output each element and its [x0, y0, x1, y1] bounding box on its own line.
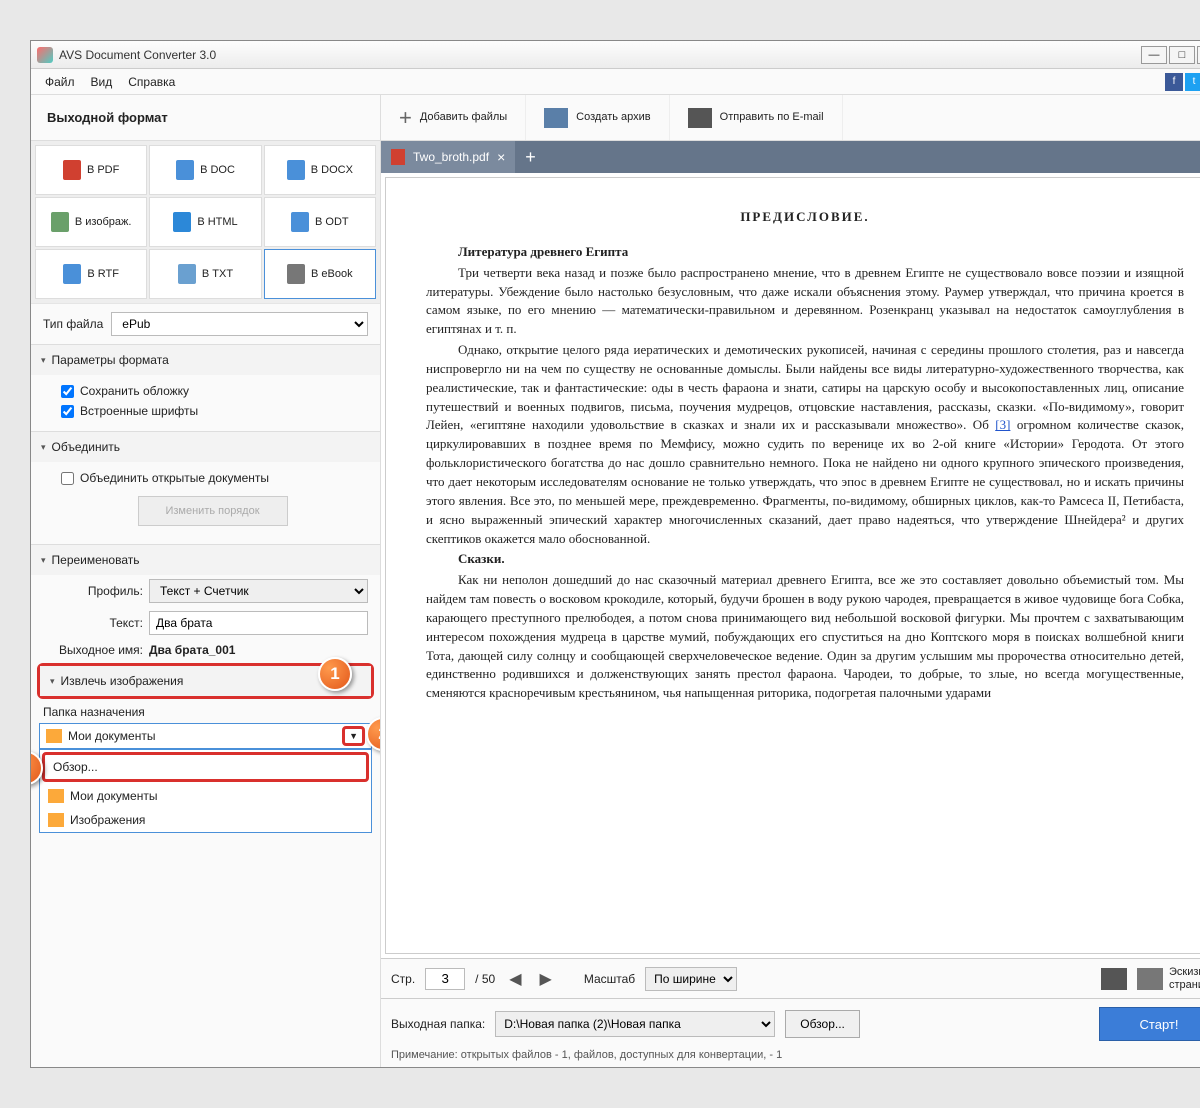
thumbnails-icon[interactable]: [1137, 968, 1163, 990]
folder-icon: [46, 729, 62, 743]
doc-paragraph: Однако, открытие целого ряда иератически…: [426, 341, 1184, 548]
minimize-button[interactable]: —: [1141, 46, 1167, 64]
outname-value: Два брата_001: [149, 643, 368, 657]
format-txt[interactable]: В TXT: [149, 249, 261, 299]
text-input[interactable]: [149, 611, 368, 635]
dropdown-opt-browse[interactable]: Обзор...: [42, 752, 369, 782]
start-button[interactable]: Старт!: [1099, 1007, 1200, 1041]
outfolder-label: Выходная папка:: [391, 1017, 485, 1031]
menu-file[interactable]: Файл: [37, 71, 83, 93]
tab-bar: Two_broth.pdf × + ▼: [381, 141, 1200, 173]
dest-folder-value: Мои документы: [68, 729, 155, 743]
text-label: Текст:: [43, 616, 143, 630]
profile-select[interactable]: Текст + Счетчик: [149, 579, 368, 603]
rtf-icon: [63, 264, 81, 284]
format-docx[interactable]: В DOCX: [264, 145, 376, 195]
doc-title: ПРЕДИСЛОВИЕ.: [426, 208, 1184, 227]
send-email-label: Отправить по E-mail: [720, 111, 824, 124]
embed-fonts-checkbox[interactable]: Встроенные шрифты: [61, 401, 364, 421]
txt-icon: [178, 264, 196, 284]
menu-view[interactable]: Вид: [83, 71, 121, 93]
merge-open-checkbox[interactable]: Объединить открытые документы: [61, 468, 364, 488]
dest-folder-label: Папка назначения: [31, 701, 380, 721]
document-preview[interactable]: ПРЕДИСЛОВИЕ. Литература древнего Египта …: [385, 177, 1200, 954]
doc-paragraph: Три четверти века назад и позже было рас…: [426, 264, 1184, 339]
chevron-down-icon[interactable]: ▼: [342, 726, 365, 746]
change-order-button: Изменить порядок: [138, 496, 288, 526]
html-icon: [173, 212, 191, 232]
sidebar-title: Выходной формат: [31, 95, 381, 140]
menubar: Файл Вид Справка f t ▶: [31, 69, 1200, 95]
create-archive-label: Создать архив: [576, 111, 650, 124]
odt-icon: [291, 212, 309, 232]
filetype-select[interactable]: ePub: [111, 312, 368, 336]
thumbnails-label[interactable]: Эскизы страниц: [1169, 966, 1200, 990]
create-archive-button[interactable]: Создать архив: [526, 95, 669, 140]
folder-icon: [48, 789, 64, 803]
pdf-icon: [63, 160, 81, 180]
format-odt[interactable]: В ODT: [264, 197, 376, 247]
page-input[interactable]: [425, 968, 465, 990]
section-format-params[interactable]: ▾Параметры формата: [31, 344, 380, 375]
twitter-icon[interactable]: t: [1185, 73, 1200, 91]
page-label: Стр.: [391, 972, 415, 986]
plus-icon: +: [399, 105, 412, 131]
format-pdf[interactable]: В PDF: [35, 145, 147, 195]
doc-paragraph: Как ни неполон дошедший до нас сказочный…: [426, 571, 1184, 703]
app-logo-icon: [37, 47, 53, 63]
next-page-icon[interactable]: ▶: [536, 969, 556, 989]
page-total: / 50: [475, 972, 495, 986]
section-rename[interactable]: ▾Переименовать: [31, 544, 380, 575]
status-note: Примечание: открытых файлов - 1, файлов,…: [391, 1047, 1200, 1063]
doc-subtitle-2: Сказки.: [426, 550, 1184, 569]
format-html[interactable]: В HTML: [149, 197, 261, 247]
docx-icon: [287, 160, 305, 180]
save-cover-checkbox[interactable]: Сохранить обложку: [61, 381, 364, 401]
outname-label: Выходное имя:: [43, 643, 143, 657]
window-title: AVS Document Converter 3.0: [59, 48, 216, 62]
annotation-marker-1: 1: [318, 657, 352, 691]
zoom-label: Масштаб: [584, 972, 635, 986]
doc-icon: [176, 160, 194, 180]
format-doc[interactable]: В DOC: [149, 145, 261, 195]
doc-footnote-link[interactable]: [3]: [995, 417, 1010, 432]
menu-help[interactable]: Справка: [120, 71, 183, 93]
pdf-icon: [391, 149, 405, 165]
facebook-icon[interactable]: f: [1165, 73, 1183, 91]
doc-subtitle-1: Литература древнего Египта: [426, 243, 1184, 262]
filetype-label: Тип файла: [43, 317, 103, 331]
ebook-icon: [287, 264, 305, 284]
tab-label: Two_broth.pdf: [413, 150, 489, 164]
zoom-select[interactable]: По ширине: [645, 967, 737, 991]
format-ebook[interactable]: В eBook: [264, 249, 376, 299]
tab-document[interactable]: Two_broth.pdf ×: [381, 141, 515, 173]
tab-close-icon[interactable]: ×: [497, 149, 505, 165]
profile-label: Профиль:: [43, 584, 143, 598]
dest-folder-combo[interactable]: Мои документы ▼: [39, 723, 372, 749]
section-merge[interactable]: ▾Объединить: [31, 431, 380, 462]
sidebar: В PDF В DOC В DOCX В изображ. В HTML В O…: [31, 141, 381, 1067]
titlebar: AVS Document Converter 3.0 — □ ✕: [31, 41, 1200, 69]
maximize-button[interactable]: □: [1169, 46, 1195, 64]
tab-add-button[interactable]: +: [515, 147, 546, 168]
print-icon[interactable]: [1101, 968, 1127, 990]
prev-page-icon[interactable]: ◀: [505, 969, 525, 989]
outfolder-select[interactable]: D:\Новая папка (2)\Новая папка: [495, 1011, 775, 1037]
add-files-label: Добавить файлы: [420, 111, 507, 124]
format-rtf[interactable]: В RTF: [35, 249, 147, 299]
folder-icon: [48, 813, 64, 827]
add-files-button[interactable]: + Добавить файлы: [381, 95, 526, 140]
dest-folder-dropdown: Обзор... Мои документы Изображения: [39, 749, 372, 833]
send-email-button[interactable]: Отправить по E-mail: [670, 95, 843, 140]
browse-button[interactable]: Обзор...: [785, 1010, 860, 1038]
dropdown-opt-images[interactable]: Изображения: [40, 808, 371, 832]
dropdown-opt-mydocs[interactable]: Мои документы: [40, 784, 371, 808]
email-icon: [688, 108, 712, 128]
format-image[interactable]: В изображ.: [35, 197, 147, 247]
archive-icon: [544, 108, 568, 128]
image-icon: [51, 212, 69, 232]
